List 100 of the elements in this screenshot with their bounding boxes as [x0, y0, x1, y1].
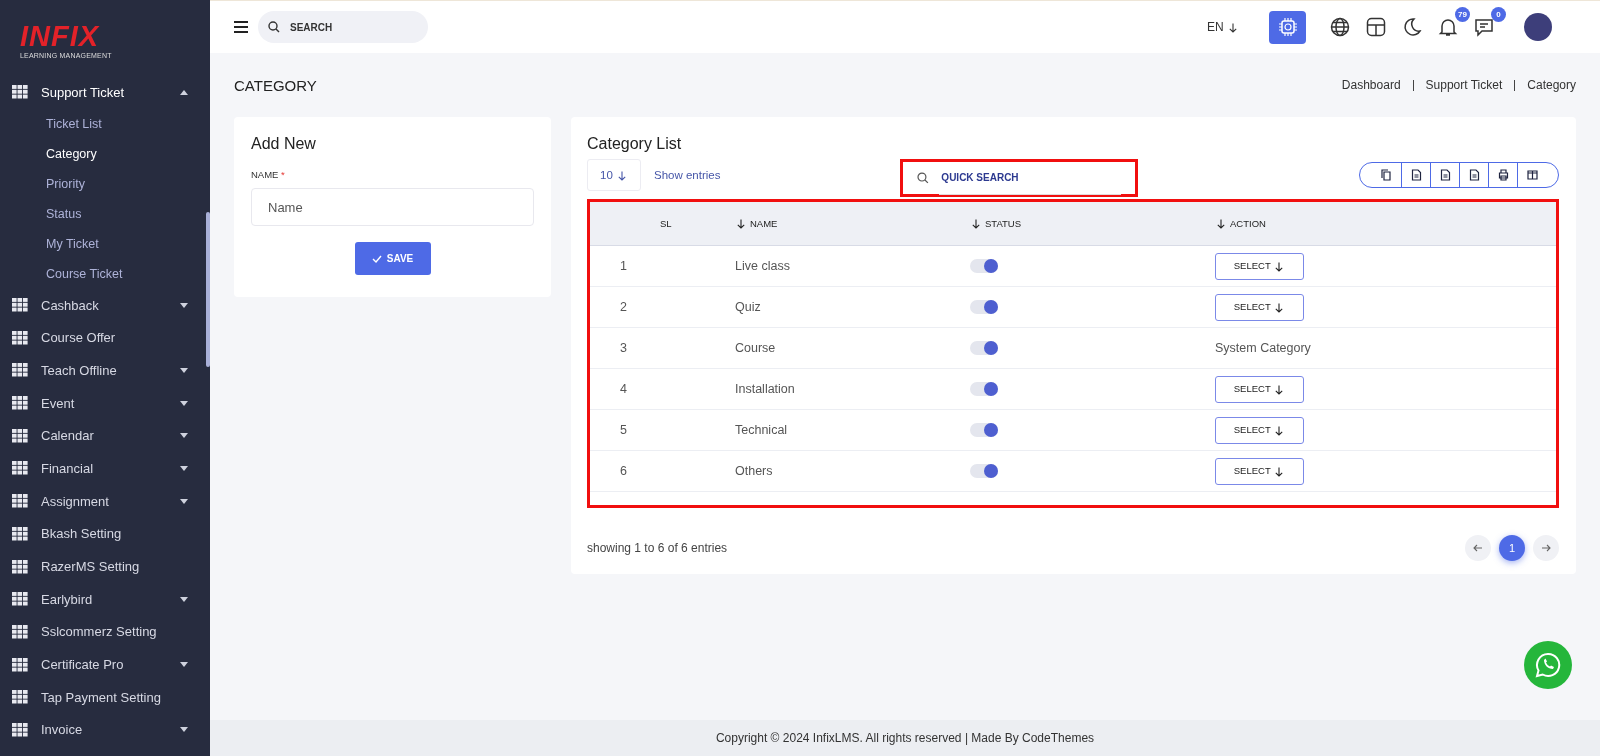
status-toggle[interactable]: [970, 341, 998, 356]
table-cell-text: Quiz: [735, 300, 762, 314]
sidebar-item[interactable]: Bkash Setting: [0, 517, 210, 551]
page-title: CATEGORY: [234, 76, 318, 94]
select-button[interactable]: SELECT: [1215, 293, 1304, 321]
sidebar-item[interactable]: Tap Payment Setting: [0, 680, 210, 714]
grid-icon: [12, 657, 28, 672]
table-cell-text: 6: [619, 464, 628, 478]
grid-icon: [12, 85, 28, 100]
message-count: 0: [1491, 7, 1506, 22]
submenu-item[interactable]: Ticket List: [0, 108, 210, 139]
arrow-down-icon: [1229, 22, 1237, 33]
bell-icon[interactable]: [1438, 17, 1458, 37]
grid-icon: [12, 624, 28, 639]
sidebar-item[interactable]: Financial: [0, 452, 210, 485]
chat-icon[interactable]: [1474, 17, 1494, 37]
table-cell-text: 1: [619, 259, 628, 273]
status-toggle[interactable]: [970, 423, 998, 438]
select-button[interactable]: SELECT: [1215, 252, 1304, 280]
check-icon: [371, 254, 382, 263]
logo-wordmark: INFIX: [20, 20, 101, 52]
sidebar-item[interactable]: Teach Offline: [0, 354, 210, 387]
arrow-down-icon: [1217, 218, 1225, 229]
entries-label: Show entries: [654, 169, 721, 181]
submenu-item[interactable]: Priority: [0, 168, 210, 199]
moon-icon[interactable]: [1402, 17, 1422, 37]
sidebar-item[interactable]: Course Offer: [0, 321, 210, 355]
table-cell-text: 3: [619, 341, 628, 355]
search-field[interactable]: SEARCH: [258, 11, 428, 43]
field-label: NAME: [251, 169, 279, 180]
sidebar-item[interactable]: Invoice: [0, 713, 210, 747]
grid-icon: [12, 363, 28, 378]
column-header[interactable]: SL: [660, 218, 672, 229]
grid-icon: [12, 526, 28, 541]
sidebar-item[interactable]: Calendar: [0, 419, 210, 453]
grid-icon: [12, 428, 28, 443]
language-selector[interactable]: EN: [1201, 19, 1245, 35]
status-toggle[interactable]: [970, 259, 998, 274]
sidebar-item[interactable]: Sslcommerz Setting: [0, 615, 210, 649]
globe-icon[interactable]: [1330, 17, 1350, 37]
notification-count: 79: [1455, 7, 1470, 22]
status-toggle[interactable]: [970, 300, 998, 315]
grid-icon: [12, 330, 28, 345]
arrow-down-icon: [1275, 261, 1284, 272]
table-cell-text: Live class: [735, 259, 791, 273]
table-cell-text: Course: [735, 341, 777, 355]
quick-search-field[interactable]: QUICK SEARCH: [900, 159, 1139, 197]
submenu-item[interactable]: Status: [0, 198, 210, 229]
table-cell: System Category: [1215, 341, 1311, 355]
submenu-item[interactable]: Course Ticket: [0, 258, 210, 289]
status-toggle[interactable]: [970, 382, 998, 397]
arrow-right-icon: [1541, 544, 1551, 552]
sidebar-item[interactable]: Support Ticket: [0, 76, 210, 109]
breadcrumb-link[interactable]: Support Ticket: [1425, 78, 1503, 92]
select-button[interactable]: SELECT: [1215, 416, 1304, 444]
grid-icon: [12, 722, 28, 737]
arrow-down-icon: [972, 218, 980, 229]
menu-icon[interactable]: [234, 21, 248, 33]
sidebar-item[interactable]: Assignment: [0, 484, 210, 518]
grid-icon: [12, 592, 28, 607]
sidebar-item[interactable]: Certificate Pro: [0, 648, 210, 681]
name-input[interactable]: Name: [251, 188, 534, 226]
avatar[interactable]: [1524, 13, 1552, 41]
sidebar-item[interactable]: Earlybird: [0, 582, 210, 616]
chat-bubble-button[interactable]: [1524, 641, 1572, 689]
arrow-down-icon: [618, 170, 626, 181]
select-button[interactable]: SELECT: [1215, 375, 1304, 403]
submenu-item[interactable]: Category: [0, 138, 210, 169]
search-icon: [917, 172, 930, 184]
page-button[interactable]: 1: [1499, 535, 1525, 561]
required-mark: *: [281, 169, 285, 180]
status-toggle[interactable]: [970, 464, 998, 479]
layout-icon[interactable]: [1366, 17, 1386, 37]
save-button[interactable]: SAVE: [354, 242, 431, 275]
entries-select[interactable]: 10: [587, 159, 641, 191]
submenu-item[interactable]: My Ticket: [0, 228, 210, 259]
search-input[interactable]: SEARCH: [288, 20, 412, 34]
table-cell-text: 5: [619, 423, 628, 437]
sidebar-item[interactable]: Cashback: [0, 288, 210, 322]
select-button[interactable]: SELECT: [1215, 457, 1304, 485]
scrollbar[interactable]: [206, 212, 210, 367]
column-header[interactable]: ACTION: [1215, 218, 1266, 229]
grid-icon: [12, 396, 28, 411]
column-header[interactable]: STATUS: [970, 218, 1022, 229]
grid-icon: [12, 461, 28, 476]
grid-icon: [12, 494, 28, 509]
arrow-down-icon: [1275, 302, 1284, 313]
chip-icon[interactable]: [1269, 10, 1306, 44]
breadcrumb-link[interactable]: Category: [1527, 78, 1576, 92]
arrow-down-icon: [1275, 466, 1284, 477]
table-cell-text: 4: [619, 382, 628, 396]
breadcrumb-link[interactable]: Dashboard: [1341, 78, 1401, 92]
table-cell-text: Installation: [735, 382, 796, 396]
table-cell-text: Technical: [735, 423, 789, 437]
arrow-down-icon: [737, 218, 745, 229]
card-title: Add New: [251, 135, 317, 153]
arrow-left-icon: [1473, 544, 1483, 552]
sidebar-item[interactable]: RazerMS Setting: [0, 550, 210, 583]
column-header[interactable]: NAME: [735, 218, 778, 229]
sidebar-item[interactable]: Event: [0, 386, 210, 420]
